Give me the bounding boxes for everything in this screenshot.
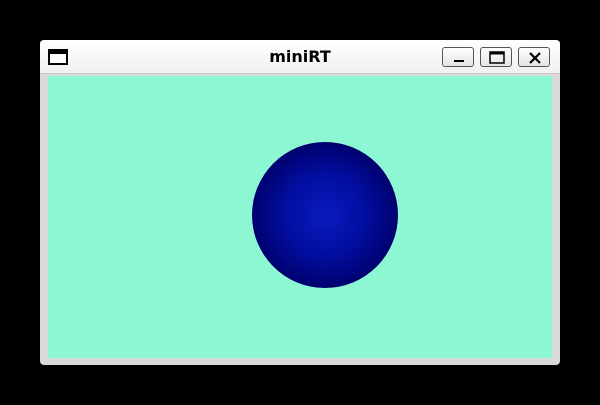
title-bar[interactable]: miniRT: [40, 40, 560, 74]
minimize-icon: [454, 60, 464, 62]
sphere: [252, 142, 398, 288]
maximize-button[interactable]: [480, 47, 512, 67]
close-button[interactable]: [518, 47, 550, 67]
minimize-button[interactable]: [442, 47, 474, 67]
desktop: miniRT: [0, 0, 600, 405]
render-canvas[interactable]: [48, 76, 552, 358]
render-scene: [252, 142, 398, 288]
close-icon: [529, 52, 541, 64]
app-window: miniRT: [40, 40, 560, 365]
maximize-icon: [489, 51, 505, 64]
